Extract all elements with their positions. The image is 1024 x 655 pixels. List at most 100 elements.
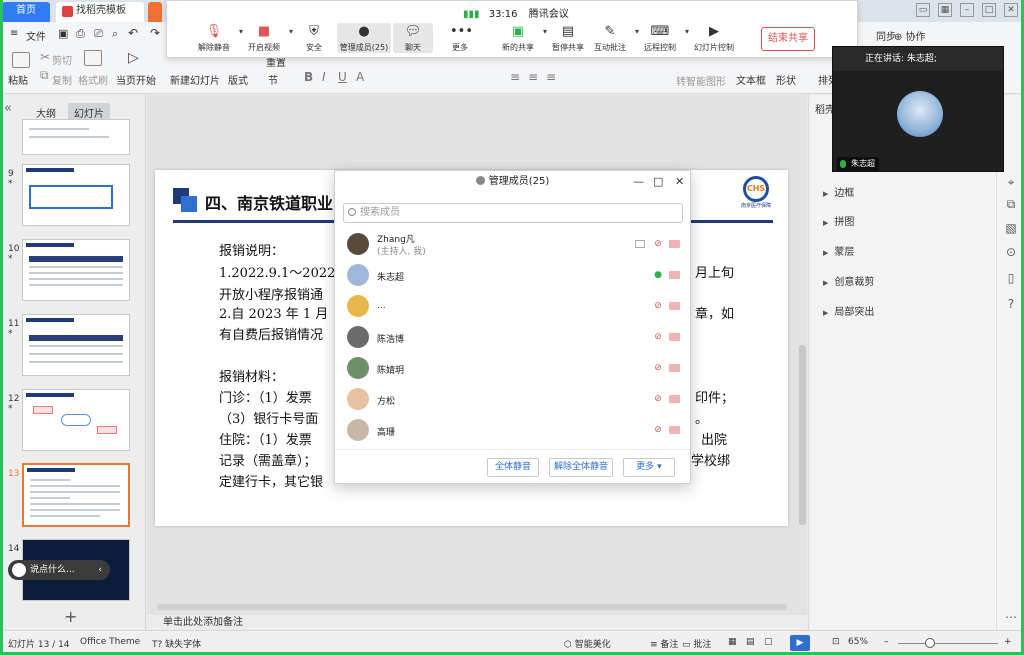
save-icon[interactable]: ▣ [58, 27, 68, 40]
normal-view-icon[interactable]: ▦ [728, 637, 737, 647]
shape-button[interactable]: 形状 [776, 72, 796, 87]
member-row[interactable]: 朱志超 ● [335, 260, 690, 291]
camera-off-icon[interactable] [669, 333, 680, 341]
book-icon[interactable]: ▯ [1004, 271, 1018, 285]
play-from-current-icon[interactable]: ▷ [128, 50, 139, 66]
speaker-video-panel[interactable]: 正在讲话: 朱志超; 朱志超 [832, 46, 1004, 172]
slide-thumbnail[interactable] [22, 164, 130, 226]
play-from-current-button[interactable]: 当页开始 [116, 72, 156, 87]
layout-button[interactable]: 版式 [228, 72, 248, 87]
camera-off-icon[interactable] [669, 302, 680, 310]
panel-item-mask[interactable]: ▶ 蒙层 [823, 243, 854, 258]
pointer-icon[interactable]: ⌖ [1004, 175, 1018, 189]
collab-button[interactable]: ⊕ 协作 [894, 28, 926, 43]
member-row[interactable]: 陈浩博 ⊘ [335, 322, 690, 353]
slideshow-play-icon[interactable]: ▶ [790, 635, 810, 651]
tab-home[interactable]: 首页 [2, 2, 50, 22]
slide-text-fragment[interactable]: 出院 [701, 429, 727, 448]
slide-text-line[interactable]: 定建行卡，其它银 [219, 471, 323, 490]
print-icon[interactable]: ⎚ [94, 27, 103, 41]
slide-thumbnail[interactable] [22, 389, 130, 451]
slideshow-control-button[interactable]: ▶ 幻灯片控制 [689, 23, 739, 53]
grid-icon[interactable]: ▦ [938, 3, 952, 17]
slide-text-line[interactable]: 开放小程序报销通 [219, 284, 323, 303]
vertical-scrollbar[interactable] [799, 345, 806, 525]
panel-item-collage[interactable]: ▶ 拼图 [823, 213, 854, 228]
slide-text-fragment[interactable]: 。 [695, 408, 708, 427]
restore-icon[interactable]: ▭ [916, 3, 930, 17]
slide-text-line[interactable]: 住院：（1）发票 [219, 429, 312, 448]
text-box-button[interactable]: 文本框 [736, 72, 766, 87]
horizontal-scrollbar[interactable] [157, 604, 787, 610]
notes-bar[interactable]: 单击此处添加备注 [147, 615, 807, 630]
slide-thumbnail[interactable] [22, 119, 130, 155]
tab-presentation[interactable] [148, 2, 162, 22]
more-options-button[interactable]: 更多 ▾ [623, 458, 675, 477]
slide-title[interactable]: 四、南京铁道职业 [205, 190, 333, 214]
camera-off-icon[interactable] [669, 426, 680, 434]
smart-beautify-button[interactable]: ⬡ 智能美化 [564, 637, 611, 650]
format-painter-button[interactable]: 格式刷 [78, 72, 108, 87]
location-icon[interactable]: ⊙ [1004, 245, 1018, 259]
slide-text-line[interactable]: 报销材料： [219, 366, 284, 385]
slide-text-fragment[interactable]: 月上旬 [695, 262, 734, 281]
align-center-icon[interactable]: ≡ [528, 70, 538, 84]
mic-off-icon[interactable]: ⊘ [653, 363, 663, 374]
security-button[interactable]: ⛨ 安全 [289, 23, 339, 53]
tab-template[interactable]: 找稻壳模板 [56, 2, 144, 22]
member-search-input[interactable]: 搜索成员 [343, 203, 683, 223]
new-slide-button[interactable]: 新建幻灯片 [170, 72, 220, 87]
slide-thumbnail-active[interactable] [22, 463, 130, 527]
slide-text-line[interactable]: 门诊：（1）发票 [219, 387, 312, 406]
image-icon[interactable]: ▧ [1004, 221, 1018, 235]
panel-item-creative-crop[interactable]: ▶ 创意裁剪 [823, 273, 874, 288]
zoom-out-icon[interactable]: – [884, 637, 889, 647]
remote-control-button[interactable]: ⌨ 远程控制 ▾ [635, 23, 689, 53]
notes-toggle-button[interactable]: ≡ 备注 [650, 637, 678, 650]
align-left-icon[interactable]: ≡ [510, 70, 520, 84]
collapse-panel-icon[interactable]: « [4, 101, 12, 116]
file-menu[interactable]: 文件 [26, 28, 46, 43]
zoom-slider-handle[interactable] [925, 638, 935, 648]
theme-name[interactable]: Office Theme [80, 637, 140, 647]
camera-off-icon[interactable] [669, 364, 680, 372]
unmute-all-button[interactable]: 解除全体静音 [549, 458, 613, 477]
sync-button[interactable]: 同步 [876, 28, 896, 43]
mic-off-icon[interactable]: ⊘ [653, 394, 663, 405]
hamburger-icon[interactable]: ≡ [10, 28, 18, 39]
chat-button[interactable]: 💬︎ 聊天 [393, 23, 433, 53]
bold-icon[interactable]: B [304, 70, 313, 84]
reading-view-icon[interactable]: ▢ [764, 637, 773, 647]
cut-icon[interactable]: ✂ [40, 50, 50, 64]
mute-all-button[interactable]: 全体静音 [487, 458, 539, 477]
end-share-button[interactable]: 结束共享 [761, 27, 815, 51]
member-row[interactable]: 高珊 ⊘ [335, 415, 690, 446]
start-video-button[interactable]: ■ 开启视频 ▾ [239, 23, 293, 53]
close-icon[interactable]: ✕ [675, 175, 684, 188]
cut-button[interactable]: 剪切 [52, 52, 72, 67]
annotate-button[interactable]: ✎ 互动批注 ▾ [585, 23, 639, 53]
smart-graphic-button[interactable]: 转智能图形 [676, 73, 726, 88]
slide-thumbnail[interactable] [22, 314, 130, 376]
zoom-in-icon[interactable]: + [1004, 637, 1012, 647]
panel-item-border[interactable]: ▶ 边框 [823, 184, 854, 199]
mic-off-icon[interactable]: ⊘ [653, 332, 663, 343]
copy-icon[interactable]: ⧉ [1004, 197, 1018, 211]
chevron-left-icon[interactable]: ‹ [98, 560, 102, 580]
maximize-icon[interactable]: □ [982, 3, 996, 17]
missing-font-button[interactable]: T? 缺失字体 [152, 637, 201, 650]
camera-off-icon[interactable] [669, 240, 680, 248]
slide-text-line[interactable]: （3）银行卡号面 [219, 408, 318, 427]
fit-window-icon[interactable]: ⊡ [832, 637, 840, 647]
member-row[interactable]: 方松 ⊘ [335, 384, 690, 415]
mic-off-icon[interactable]: ⊘ [653, 425, 663, 436]
slide-sorter-icon[interactable]: ▤ [746, 637, 755, 647]
export-icon[interactable]: ⎙ [76, 27, 85, 41]
maximize-icon[interactable]: □ [653, 175, 663, 188]
chat-bubble[interactable]: 说点什么... ‹ [8, 560, 110, 580]
new-share-button[interactable]: ▣ 新的共享 ▾ [493, 23, 547, 53]
slide-text-line[interactable]: 报销说明： [219, 240, 284, 259]
underline-icon[interactable]: U [338, 70, 347, 84]
minimize-icon[interactable]: – [960, 3, 974, 17]
align-right-icon[interactable]: ≡ [546, 70, 556, 84]
